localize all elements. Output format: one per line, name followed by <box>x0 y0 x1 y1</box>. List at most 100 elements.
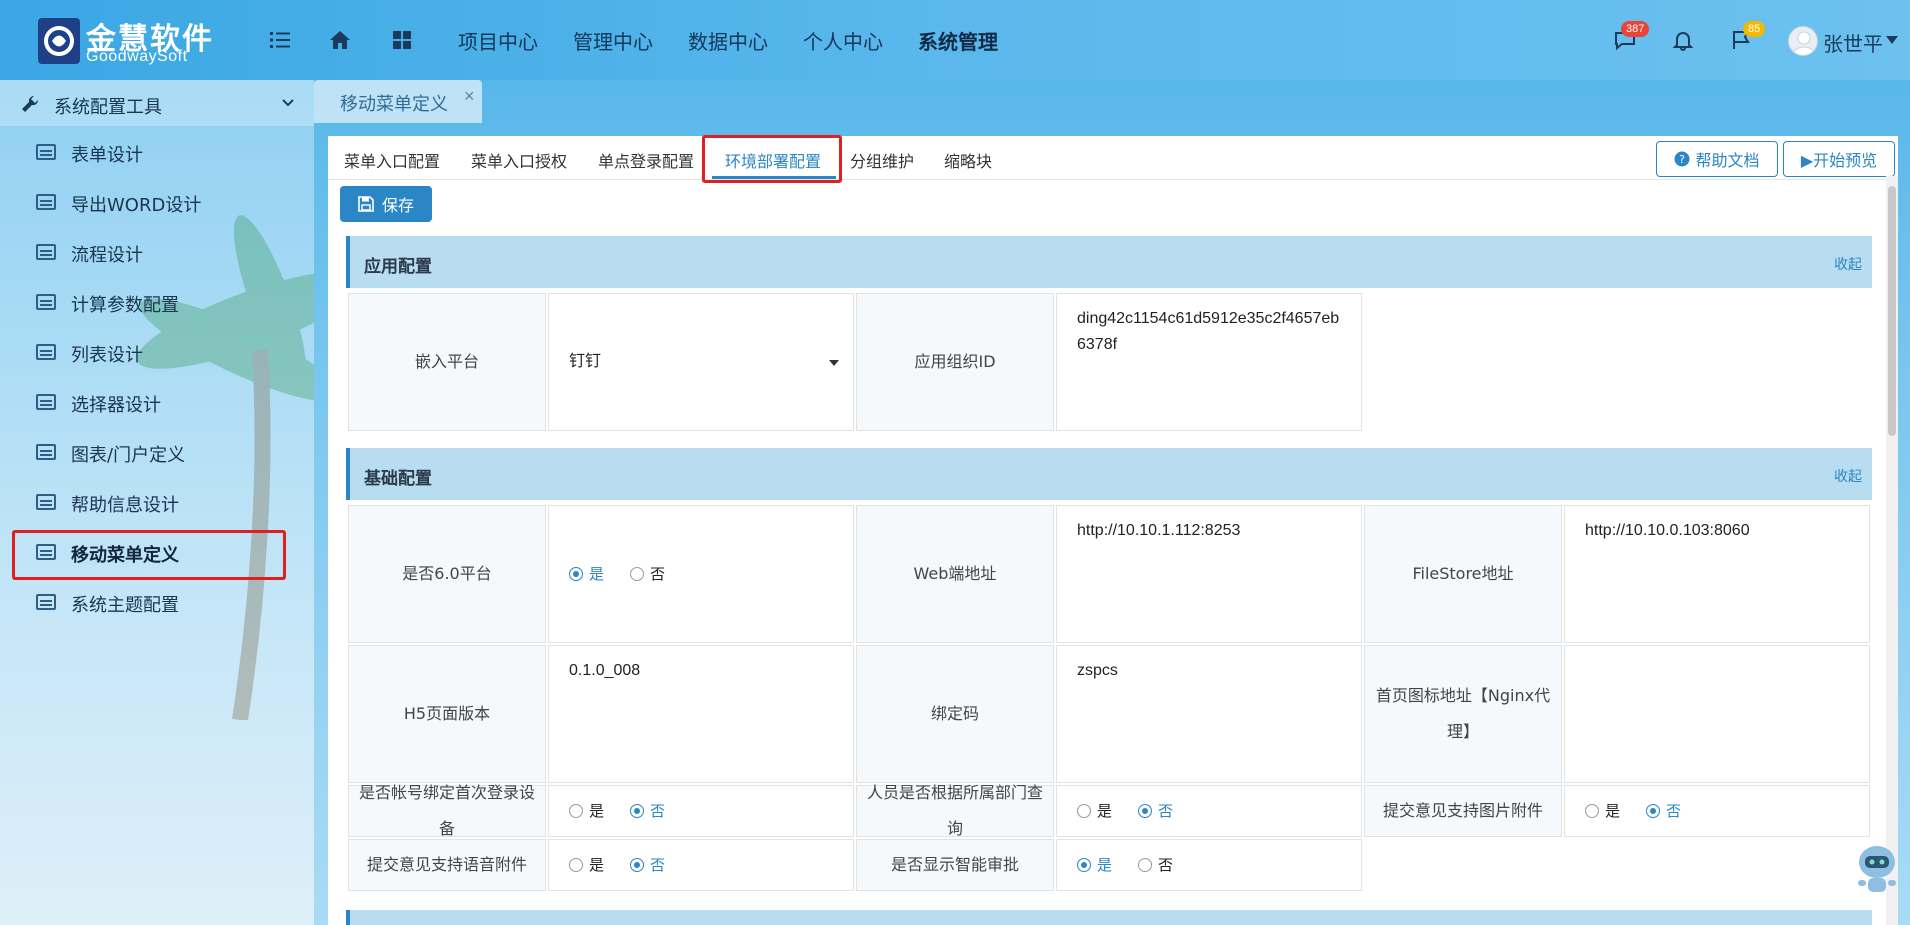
sidebar-item-calc-params[interactable]: 计算参数配置 <box>0 280 314 324</box>
radio-yes[interactable]: 是 <box>569 561 604 587</box>
table-icon <box>36 294 56 310</box>
svg-text:?: ? <box>1680 153 1686 166</box>
nav-project-center[interactable]: 项目中心 <box>458 26 538 55</box>
section-app-config: 应用配置 收起 <box>346 236 1872 288</box>
web-address-field[interactable]: http://10.10.1.112:8253 <box>1056 505 1362 643</box>
messages-badge: 387 <box>1621 21 1650 37</box>
sidebar-item-label: 帮助信息设计 <box>71 495 179 516</box>
radio-yes[interactable]: 是 <box>1585 798 1620 824</box>
radio-dot <box>1077 858 1091 872</box>
nav-personal-center[interactable]: 个人中心 <box>803 26 883 55</box>
radio-yes[interactable]: 是 <box>1077 798 1112 824</box>
org-id-field[interactable]: ding42c1154c61d5912e35c2f4657eb6378f <box>1056 293 1362 431</box>
radio-dot <box>630 567 645 581</box>
sidebar-item-flow-design[interactable]: 流程设计 <box>0 230 314 274</box>
radio-no[interactable]: 否 <box>630 852 665 878</box>
sidebar-item-label: 流程设计 <box>71 245 143 266</box>
radio-yes[interactable]: 是 <box>1077 852 1112 878</box>
tab-mobile-menu[interactable]: 移动菜单定义 × <box>314 80 482 123</box>
field-label: 提交意见支持语音附件 <box>348 839 546 891</box>
subtab-menu-entry[interactable]: 菜单入口配置 <box>344 148 440 172</box>
section-title: 应用配置 <box>364 257 432 277</box>
radio-dot <box>1646 804 1661 818</box>
field-label: H5页面版本 <box>348 645 546 783</box>
radio-no[interactable]: 否 <box>1138 852 1173 878</box>
main-content: 菜单入口配置 菜单入口授权 单点登录配置 环境部署配置 分组维护 缩略块 ? 帮… <box>328 135 1898 925</box>
radio-label: 否 <box>650 565 666 583</box>
table-icon <box>36 194 56 210</box>
subtab-group-maintain[interactable]: 分组维护 <box>850 148 914 172</box>
sidebar-item-help-info[interactable]: 帮助信息设计 <box>0 480 314 524</box>
assistant-robot-icon[interactable] <box>1856 842 1898 894</box>
radio-dot <box>1077 804 1091 818</box>
user-name[interactable]: 张世平 <box>1823 28 1883 57</box>
subtab-thumbnail[interactable]: 缩略块 <box>944 148 992 172</box>
start-preview-button[interactable]: ▶开始预览 <box>1783 141 1895 177</box>
radio-label: 否 <box>1158 856 1174 874</box>
radio-no[interactable]: 否 <box>1646 798 1681 824</box>
radio-dot <box>569 567 583 581</box>
section-title: 基础配置 <box>364 469 432 489</box>
nginx-icon-address-field[interactable] <box>1564 645 1870 783</box>
sidebar-item-list-design[interactable]: 列表设计 <box>0 330 314 374</box>
sidebar-item-chart-portal[interactable]: 图表/门户定义 <box>0 430 314 474</box>
company-logo[interactable] <box>38 18 80 64</box>
radio-dot <box>1138 858 1153 872</box>
home-icon[interactable] <box>328 28 352 52</box>
radio-yes[interactable]: 是 <box>569 852 604 878</box>
radio-label: 否 <box>650 802 666 820</box>
sidebar-group-header[interactable]: 系统配置工具 <box>0 80 314 126</box>
field-label: 是否6.0平台 <box>348 505 546 643</box>
floppy-disk-icon <box>358 196 374 212</box>
h5-version-field[interactable]: 0.1.0_008 <box>548 645 854 783</box>
apps-grid-icon[interactable] <box>390 28 414 52</box>
user-avatar-icon <box>1791 31 1817 55</box>
field-label: Web端地址 <box>856 505 1054 643</box>
radio-yes[interactable]: 是 <box>569 798 604 824</box>
subtab-menu-auth[interactable]: 菜单入口授权 <box>471 148 567 172</box>
sidebar-item-form-design[interactable]: 表单设计 <box>0 130 314 174</box>
scrollbar-thumb[interactable] <box>1888 186 1896 436</box>
embed-platform-value: 钉钉 <box>569 353 602 370</box>
collapse-link[interactable]: 收起 <box>1834 254 1862 274</box>
table-icon <box>36 244 56 260</box>
sidebar-item-label: 导出WORD设计 <box>71 195 202 216</box>
sidebar-item-export-word[interactable]: 导出WORD设计 <box>0 180 314 224</box>
subtab-sso[interactable]: 单点登录配置 <box>598 148 694 172</box>
sidebar-item-system-theme[interactable]: 系统主题配置 <box>0 580 314 624</box>
field-label: 应用组织ID <box>856 293 1054 431</box>
help-doc-button[interactable]: ? 帮助文档 <box>1656 141 1778 177</box>
bell-icon[interactable] <box>1671 28 1695 52</box>
close-icon[interactable]: × <box>464 86 475 107</box>
start-preview-label: ▶开始预览 <box>1800 151 1878 170</box>
sub-tabs: 菜单入口配置 菜单入口授权 单点登录配置 环境部署配置 分组维护 缩略块 ? 帮… <box>328 135 1898 183</box>
vertical-scrollbar[interactable] <box>1886 176 1898 925</box>
radio-dot <box>1138 804 1153 818</box>
nav-system-management[interactable]: 系统管理 <box>918 26 998 55</box>
logo-swirl-icon <box>44 26 74 56</box>
sidebar-item-label: 列表设计 <box>71 345 143 366</box>
sidebar-item-selector-design[interactable]: 选择器设计 <box>0 380 314 424</box>
filestore-address-field[interactable]: http://10.10.0.103:8060 <box>1564 505 1870 643</box>
radio-no[interactable]: 否 <box>630 798 665 824</box>
menu-list-icon[interactable] <box>268 28 292 52</box>
user-avatar[interactable] <box>1788 26 1818 56</box>
embed-platform-select[interactable]: 钉钉 <box>548 293 854 431</box>
save-label: 保存 <box>381 196 414 215</box>
bind-code-field[interactable]: zspcs <box>1056 645 1362 783</box>
radio-label: 否 <box>1158 802 1174 820</box>
field-label: 是否显示智能审批 <box>856 839 1054 891</box>
radio-dot <box>569 804 583 818</box>
collapse-link[interactable]: 收起 <box>1834 466 1862 486</box>
section-next-partial <box>346 910 1872 925</box>
page-tabbar: 移动菜单定义 × <box>314 80 1910 123</box>
field-label: 绑定码 <box>856 645 1054 783</box>
nav-management-center[interactable]: 管理中心 <box>573 26 653 55</box>
user-caret-icon[interactable] <box>1886 36 1898 44</box>
wrench-icon <box>22 95 39 112</box>
save-button[interactable]: 保存 <box>340 186 432 222</box>
radio-no[interactable]: 否 <box>630 561 665 587</box>
nav-data-center[interactable]: 数据中心 <box>688 26 768 55</box>
radio-no[interactable]: 否 <box>1138 798 1173 824</box>
tab-label: 移动菜单定义 <box>340 94 448 115</box>
